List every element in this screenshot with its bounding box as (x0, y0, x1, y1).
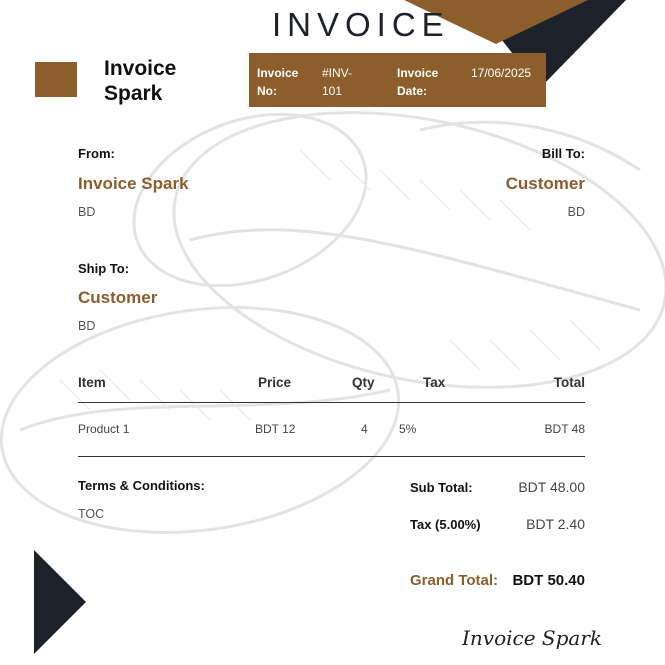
row-total: BDT 48 (544, 422, 585, 436)
row-price: BDT 12 (255, 422, 296, 436)
table-footer-divider (78, 456, 585, 457)
document-title: INVOICE (272, 6, 450, 43)
row-qty: 4 (361, 422, 368, 436)
grand-total-value: BDT 50.40 (512, 572, 585, 589)
from-label: From: (78, 146, 115, 161)
tax-label: Tax (5.00%) (410, 517, 481, 532)
subtotal-label: Sub Total: (410, 480, 473, 495)
column-header-item: Item (78, 375, 106, 390)
grand-total-label: Grand Total: (410, 572, 499, 589)
from-country: BD (78, 205, 96, 219)
tax-value: BDT 2.40 (526, 516, 585, 532)
bill-to-name: Customer (505, 174, 585, 193)
ship-to-country: BD (78, 319, 96, 333)
invoice-no-value: #INV-101 (322, 66, 353, 98)
column-header-total: Total (553, 375, 585, 390)
row-tax: 5% (399, 422, 417, 436)
column-header-tax: Tax (423, 375, 446, 390)
ship-to-label: Ship To: (78, 261, 130, 276)
ship-to-name: Customer (78, 288, 158, 307)
invoice-meta-bar: Invoice No: #INV-101 Invoice Date: 17/06… (249, 53, 546, 107)
table-header-divider (78, 402, 585, 403)
subtotal-value: BDT 48.00 (518, 479, 585, 495)
invoice-date-value: 17/06/2025 (471, 66, 532, 80)
triangle-decoration (34, 550, 86, 654)
brand-logo-square (35, 62, 77, 97)
invoice-date-label: Invoice Date: (397, 66, 439, 98)
from-name: Invoice Spark (78, 174, 189, 193)
invoice-no-label: Invoice No: (257, 66, 299, 98)
bill-to-label: Bill To: (541, 146, 585, 161)
brand-name: Invoice Spark (104, 57, 177, 105)
bill-to-country: BD (567, 205, 585, 219)
signature: Invoice Spark (462, 626, 603, 650)
column-header-qty: Qty (352, 375, 375, 390)
row-item: Product 1 (78, 422, 130, 436)
terms-text: TOC (78, 507, 105, 521)
column-header-price: Price (258, 375, 292, 390)
terms-label: Terms & Conditions: (78, 478, 205, 493)
